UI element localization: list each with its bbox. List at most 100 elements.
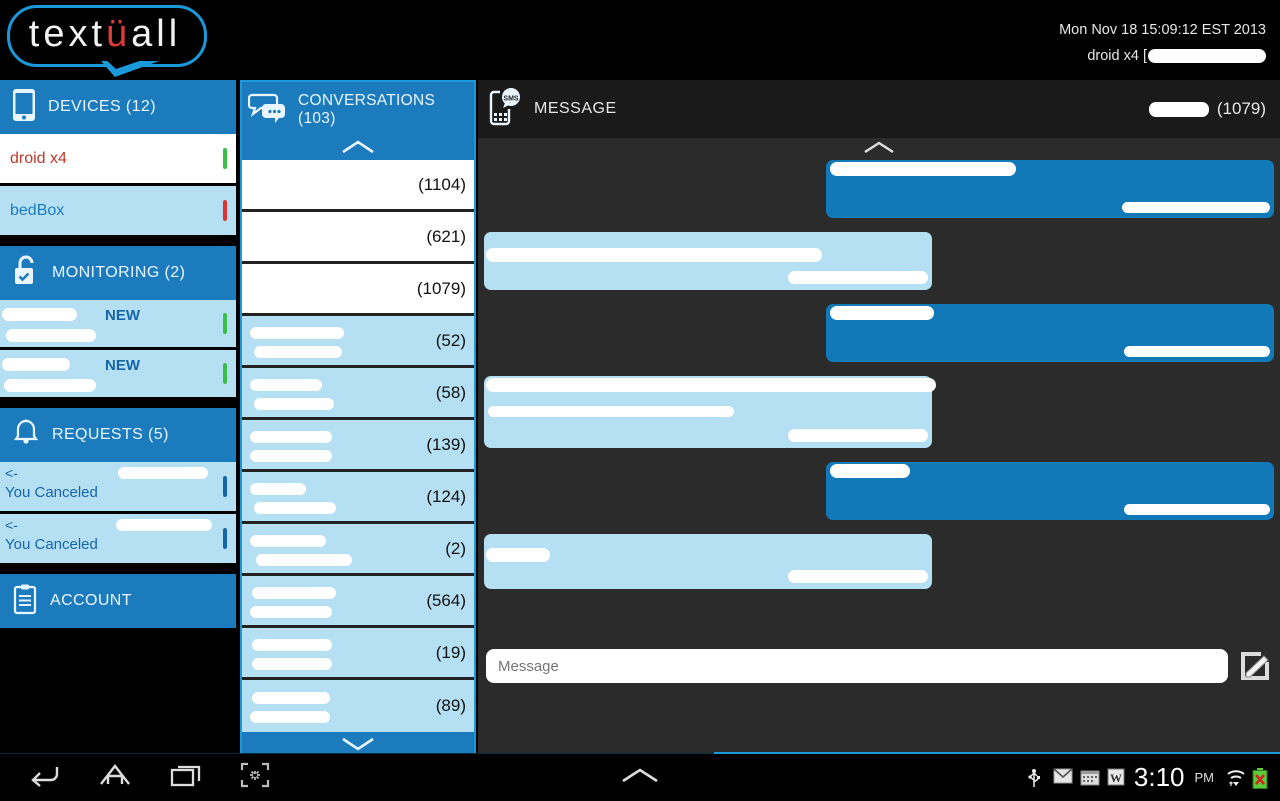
system-datetime: Mon Nov 18 15:09:12 EST 2013 [1059,22,1266,38]
redacted-message-text [486,548,550,562]
request-direction: <- [5,465,18,481]
message-bubble-outgoing[interactable] [826,462,1274,520]
calendar-icon [1080,768,1100,788]
conversation-item[interactable]: (564) [242,576,474,628]
divider [0,400,236,408]
redacted-timestamp [1124,504,1270,515]
app-logo: text ü all [5,3,210,77]
redacted-message-text [486,378,936,392]
redacted-message-text [830,306,934,320]
bell-icon [12,418,40,453]
conversation-item[interactable]: (89) [242,680,474,732]
logo-umlaut: ü [106,12,132,55]
sidebar-section-monitoring[interactable]: MONITORING (2) [0,246,236,300]
message-bubble-outgoing[interactable] [826,160,1274,218]
request-status: You Canceled [5,484,98,501]
conversation-item[interactable]: (124) [242,472,474,524]
message-bubble-incoming[interactable] [484,232,932,290]
recent-apps-icon[interactable] [170,762,202,793]
message-thread-info: (1079) [1148,99,1266,119]
divider [0,566,236,574]
conversation-count: (621) [426,226,466,246]
conversation-count: (19) [435,642,466,662]
message-thread[interactable] [478,138,1280,693]
redacted-name [2,308,77,321]
phone-green-icon [223,312,227,334]
chevron-up-icon [341,139,375,160]
sidebar-section-monitoring-label: MONITORING (2) [52,264,186,281]
sidebar-section-requests[interactable]: REQUESTS (5) [0,408,236,462]
conversation-count: (2) [445,538,466,558]
redacted-device-id [1148,49,1266,63]
svg-text:W: W [1110,771,1122,785]
unlock-check-icon [12,255,40,292]
device-name-label: droid x4 [10,149,67,167]
redacted-contact [116,519,212,531]
request-item[interactable]: <- You Canceled [0,462,236,514]
conversation-count: (58) [435,382,466,402]
message-input[interactable] [486,649,1228,683]
redacted-timestamp [788,429,928,442]
message-bubble-outgoing[interactable] [826,304,1274,362]
conversation-item[interactable]: (19) [242,628,474,680]
message-header: SMS MESSAGE (1079) [478,80,1280,138]
device-item-droid-x4[interactable]: droid x4 [0,134,236,186]
device-name: droid x4 [ [1087,48,1147,64]
monitoring-item[interactable]: NEW [0,300,236,350]
conversation-item[interactable]: (58) [242,368,474,420]
redacted-contact [248,269,398,309]
conversation-item[interactable]: (139) [242,420,474,472]
thread-scroll-up[interactable] [484,138,1274,160]
request-direction: <- [5,517,18,533]
sidebar-section-devices[interactable]: DEVICES (12) [0,80,236,134]
status-clock-ampm: PM [1194,770,1215,785]
logo-prefix: text [28,12,107,55]
redacted-timestamp [1122,202,1270,213]
sidebar-section-account[interactable]: ACCOUNT [0,574,236,628]
redacted-contact [118,467,208,479]
status-clock: 3:10 [1133,762,1185,792]
chat-bubbles-icon [247,91,288,130]
back-arrow-icon[interactable] [28,763,60,792]
conversation-item[interactable]: (621) [242,212,474,264]
redacted-number [4,379,96,392]
current-device-label: droid x4 [ [1087,48,1266,64]
phone-red-icon [223,199,227,221]
conversation-count: (89) [435,696,466,715]
conversation-item[interactable]: (2) [242,524,474,576]
conversation-item[interactable]: (1104) [242,160,474,212]
redacted-contact [248,425,398,465]
compose-row [486,647,1272,685]
message-panel: SMS MESSAGE (1079) [478,80,1280,753]
new-badge: NEW [105,357,140,374]
redacted-name [2,358,70,371]
conversations-scroll-up[interactable] [242,138,474,160]
phone-green-icon [223,147,227,169]
conversations-title: CONVERSATIONS (103) [298,92,436,127]
monitoring-item[interactable]: NEW [0,350,236,400]
phone-blue-icon [223,527,227,549]
gmail-icon [1053,767,1073,788]
redacted-contact [248,686,398,726]
message-bubble-incoming[interactable] [484,376,936,448]
sms-phone-icon: SMS [488,87,522,132]
status-tray: W 3:10 PM [1026,754,1272,801]
navbar-expand[interactable] [620,754,660,801]
screenshot-icon[interactable] [240,762,270,793]
compose-icon[interactable] [1238,649,1272,683]
chevron-up-icon [862,140,896,159]
home-icon[interactable] [98,762,132,793]
phone-green-icon [223,362,227,384]
device-item-bedbox[interactable]: bedBox [0,186,236,238]
message-bubble-incoming[interactable] [484,534,932,589]
redacted-message-text [830,162,1016,176]
conversation-list: (1104) (621) (1079) (52) (58) (139) (124… [242,160,474,732]
redacted-contact [248,373,398,413]
logo-suffix: all [131,12,182,55]
redacted-message-text-2 [488,406,734,417]
conversation-item[interactable]: (52) [242,316,474,368]
svg-text:SMS: SMS [503,95,519,102]
conversation-item[interactable]: (1079) [242,264,474,316]
sidebar-section-account-label: ACCOUNT [50,592,132,609]
request-item[interactable]: <- You Canceled [0,514,236,566]
